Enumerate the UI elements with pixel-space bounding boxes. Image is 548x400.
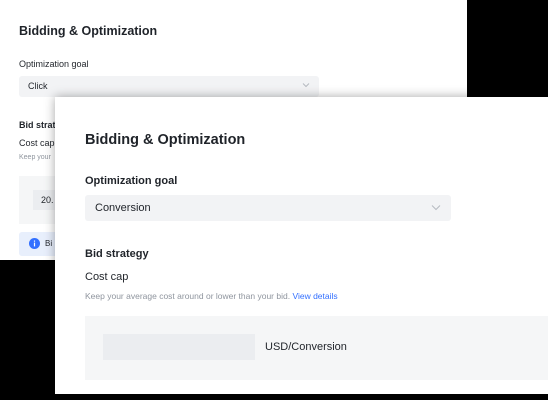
cost-cap-label: Cost cap [85, 271, 129, 283]
bid-unit-label: USD/Conversion [265, 341, 347, 353]
bid-input-panel: USD/Conversion [85, 316, 548, 380]
page-title: Bidding & Optimization [85, 132, 246, 148]
back-panel-title: Bidding & Optimization [19, 24, 158, 38]
back-optimization-goal-select[interactable]: Click [19, 76, 319, 97]
chevron-down-icon [302, 83, 310, 88]
back-info-text: Bi [45, 239, 53, 248]
back-cost-cap-hint: Keep your [19, 154, 51, 161]
cost-cap-hint: Keep your average cost around or lower t… [85, 291, 338, 301]
chevron-down-icon [431, 205, 441, 211]
back-optimization-goal-label: Optimization goal [19, 59, 89, 69]
view-details-link[interactable]: View details [292, 291, 337, 301]
info-icon [29, 238, 40, 249]
optimization-goal-select[interactable]: Conversion [85, 195, 451, 221]
optimization-goal-label: Optimization goal [85, 175, 178, 187]
cost-cap-hint-text: Keep your average cost around or lower t… [85, 291, 293, 301]
back-optimization-goal-value: Click [28, 81, 48, 91]
optimization-goal-value: Conversion [95, 202, 151, 214]
front-bidding-panel: Bidding & Optimization Optimization goal… [55, 97, 548, 394]
back-cost-cap-label: Cost cap [19, 138, 55, 148]
bid-amount-input[interactable] [103, 334, 255, 360]
bid-strategy-label: Bid strategy [85, 248, 149, 260]
back-bid-value: 20. [41, 195, 54, 205]
